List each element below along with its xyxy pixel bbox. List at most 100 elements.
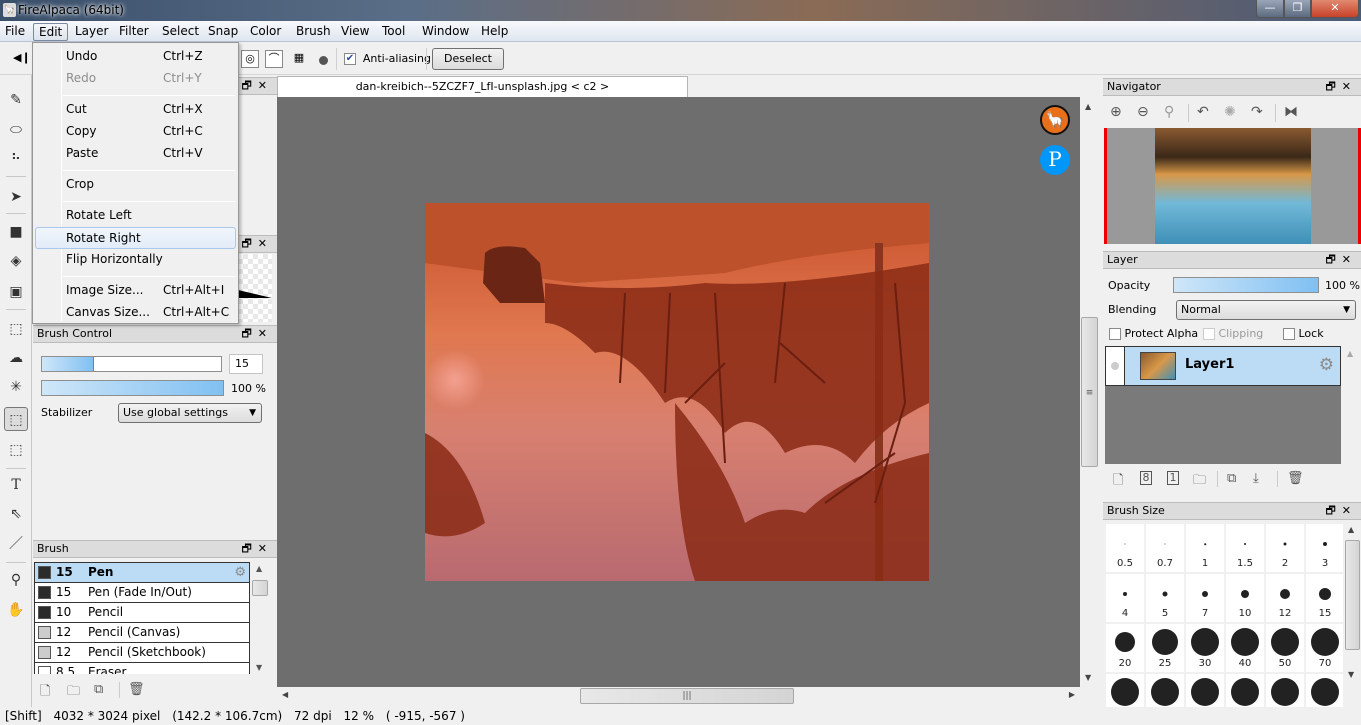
flip-view-icon[interactable]: ⧓: [1284, 104, 1298, 120]
menu-item-paste[interactable]: Paste Ctrl+V: [35, 143, 236, 165]
pen-tool-icon[interactable]: ✎: [4, 88, 28, 112]
brush-size-cell[interactable]: [1226, 674, 1264, 707]
fill-tool-icon[interactable]: ■: [4, 220, 28, 244]
new-folder-icon[interactable]: 🗀: [1193, 471, 1206, 493]
brush-list-item[interactable]: 12 Pencil (Sketchbook): [35, 643, 249, 663]
brush-size-cell[interactable]: 30: [1186, 624, 1224, 672]
brush-size-cell[interactable]: 20: [1106, 624, 1144, 672]
rotate-right-icon[interactable]: ↷: [1251, 104, 1263, 120]
menu-item-undo[interactable]: Undo Ctrl+Z: [35, 46, 236, 68]
delete-layer-icon[interactable]: 🗑: [1287, 471, 1304, 486]
brush-size-cell[interactable]: [1266, 674, 1304, 707]
select-eraser-tool-icon[interactable]: ⬚: [4, 438, 28, 462]
menu-item-crop[interactable]: Crop: [35, 174, 236, 196]
anti-aliasing-toggle[interactable]: ✔ Anti-aliasing: [344, 51, 431, 65]
divide-tool-icon[interactable]: ／: [4, 532, 28, 556]
menu-help[interactable]: Help: [476, 23, 513, 41]
menu-brush[interactable]: Brush: [291, 23, 336, 41]
brush-list-item[interactable]: 12 Pencil (Canvas): [35, 623, 249, 643]
scroll-down-icon[interactable]: ▼: [1085, 673, 1091, 682]
brush-size-cell[interactable]: 3: [1306, 524, 1343, 572]
menu-item-copy[interactable]: Copy Ctrl+C: [35, 121, 236, 143]
delete-brush-icon[interactable]: 🗑: [128, 682, 145, 697]
scroll-up-icon[interactable]: ▲: [1347, 349, 1353, 358]
brush-size-cell[interactable]: [1106, 674, 1144, 707]
brush-size-cell[interactable]: 4: [1106, 574, 1144, 622]
folder-icon[interactable]: 🗀: [67, 682, 80, 704]
panel-controls[interactable]: 🗗✕: [1325, 503, 1357, 519]
duplicate-layer-icon[interactable]: ⧉: [1227, 471, 1236, 486]
brush-size-cell[interactable]: 70: [1306, 624, 1343, 672]
text-tool-icon[interactable]: T: [4, 473, 28, 497]
brush-size-cell[interactable]: 5: [1146, 574, 1184, 622]
canvas-horizontal-scrollbar[interactable]: ◀ ||| ▶: [277, 687, 1080, 705]
select-tool-icon[interactable]: ⬚: [4, 317, 28, 341]
protect-alpha-checkbox[interactable]: [1109, 328, 1121, 340]
panel-controls[interactable]: 🗗✕: [1325, 79, 1357, 95]
duplicate-brush-icon[interactable]: ⧉: [94, 682, 103, 697]
move-tool-icon[interactable]: ➤: [4, 185, 28, 209]
brush-size-cell[interactable]: 0.5: [1106, 524, 1144, 572]
layer-opacity-slider[interactable]: [1173, 277, 1319, 293]
concentric-snap-icon[interactable]: ◎: [241, 50, 259, 68]
canvas-vertical-scrollbar[interactable]: ▲ ≡ ▼: [1080, 97, 1098, 687]
brush-size-cell[interactable]: 50: [1266, 624, 1304, 672]
lock-checkbox[interactable]: [1283, 328, 1295, 340]
brush-size-slider[interactable]: [41, 356, 222, 372]
minimize-button[interactable]: —: [1256, 0, 1284, 18]
brush-list-scrollbar[interactable]: ▲ ▼: [251, 562, 269, 674]
brush-size-cell[interactable]: 12: [1266, 574, 1304, 622]
hand-tool-icon[interactable]: ✋: [4, 598, 28, 622]
zoom-in-icon[interactable]: ⊕: [1110, 104, 1122, 120]
restore-button[interactable]: ❐: [1284, 0, 1311, 18]
clipping-checkbox[interactable]: [1203, 328, 1215, 340]
brush-list-item[interactable]: 8.5 Eraser: [35, 663, 249, 674]
pixiv-icon[interactable]: P: [1040, 145, 1070, 175]
brush-size-cell[interactable]: [1146, 674, 1184, 707]
brush-size-input[interactable]: 15: [229, 354, 263, 374]
menu-window[interactable]: Window: [417, 23, 474, 41]
panel-controls[interactable]: 🗗✕: [241, 541, 273, 557]
deselect-button[interactable]: Deselect: [432, 48, 504, 70]
brush-list-item[interactable]: 15 Pen ⚙: [35, 563, 249, 583]
brush-list-scroll-thumb[interactable]: [252, 580, 268, 596]
panel-controls[interactable]: 🗗✕: [1325, 252, 1357, 268]
brush-size-cell[interactable]: 15: [1306, 574, 1343, 622]
select-pen-tool-icon[interactable]: ⬚: [4, 407, 28, 431]
firealpaca-mascot-icon[interactable]: 🦙: [1040, 105, 1070, 135]
menu-item-rotate-right[interactable]: Rotate Right: [35, 227, 236, 249]
menu-filter[interactable]: Filter: [114, 23, 154, 41]
collapse-panel-icon[interactable]: ◀❙: [13, 51, 31, 64]
navigator-preview[interactable]: [1104, 128, 1361, 244]
canvas-image[interactable]: [425, 203, 929, 581]
magic-wand-tool-icon[interactable]: ✳: [4, 375, 28, 399]
brush-size-cell[interactable]: 40: [1226, 624, 1264, 672]
scroll-up-icon[interactable]: ▲: [1085, 102, 1091, 111]
menu-snap[interactable]: Snap: [203, 23, 243, 41]
panel-controls[interactable]: 🗗✕: [241, 236, 273, 252]
protect-alpha-toggle[interactable]: Protect Alpha: [1109, 327, 1198, 340]
menu-layer[interactable]: Layer: [70, 23, 113, 41]
canvas-hscroll-thumb[interactable]: |||: [580, 688, 794, 704]
new-1bit-layer-icon[interactable]: 1: [1167, 471, 1179, 485]
brush-size-cell[interactable]: [1306, 674, 1343, 707]
layer-settings-gear-icon[interactable]: ⚙: [1319, 355, 1334, 375]
brush-size-cell[interactable]: 10: [1226, 574, 1264, 622]
panel-controls[interactable]: 🗗✕: [241, 326, 273, 342]
anti-aliasing-checkbox[interactable]: ✔: [344, 52, 356, 65]
scroll-left-icon[interactable]: ◀: [282, 690, 288, 699]
menu-item-image-size[interactable]: Image Size... Ctrl+Alt+I: [35, 280, 236, 302]
new-brush-icon[interactable]: 🗋: [40, 682, 50, 704]
menu-item-rotate-left[interactable]: Rotate Left: [35, 205, 236, 227]
menu-item-cut[interactable]: Cut Ctrl+X: [35, 99, 236, 121]
bucket-tool-icon[interactable]: ◈: [4, 249, 28, 273]
menu-select[interactable]: Select: [157, 23, 204, 41]
brush-size-scrollbar[interactable]: ▲ ▼: [1344, 522, 1361, 682]
new-8bit-layer-icon[interactable]: 8: [1140, 471, 1152, 485]
eraser-tool-icon[interactable]: ⬭: [4, 118, 28, 142]
reset-rotation-icon[interactable]: ✺: [1224, 104, 1236, 120]
brush-list-item[interactable]: 15 Pen (Fade In/Out): [35, 583, 249, 603]
layer-visibility-toggle[interactable]: [1106, 347, 1125, 385]
curve-snap-icon[interactable]: ⌒: [265, 50, 283, 68]
menu-color[interactable]: Color: [245, 23, 286, 41]
